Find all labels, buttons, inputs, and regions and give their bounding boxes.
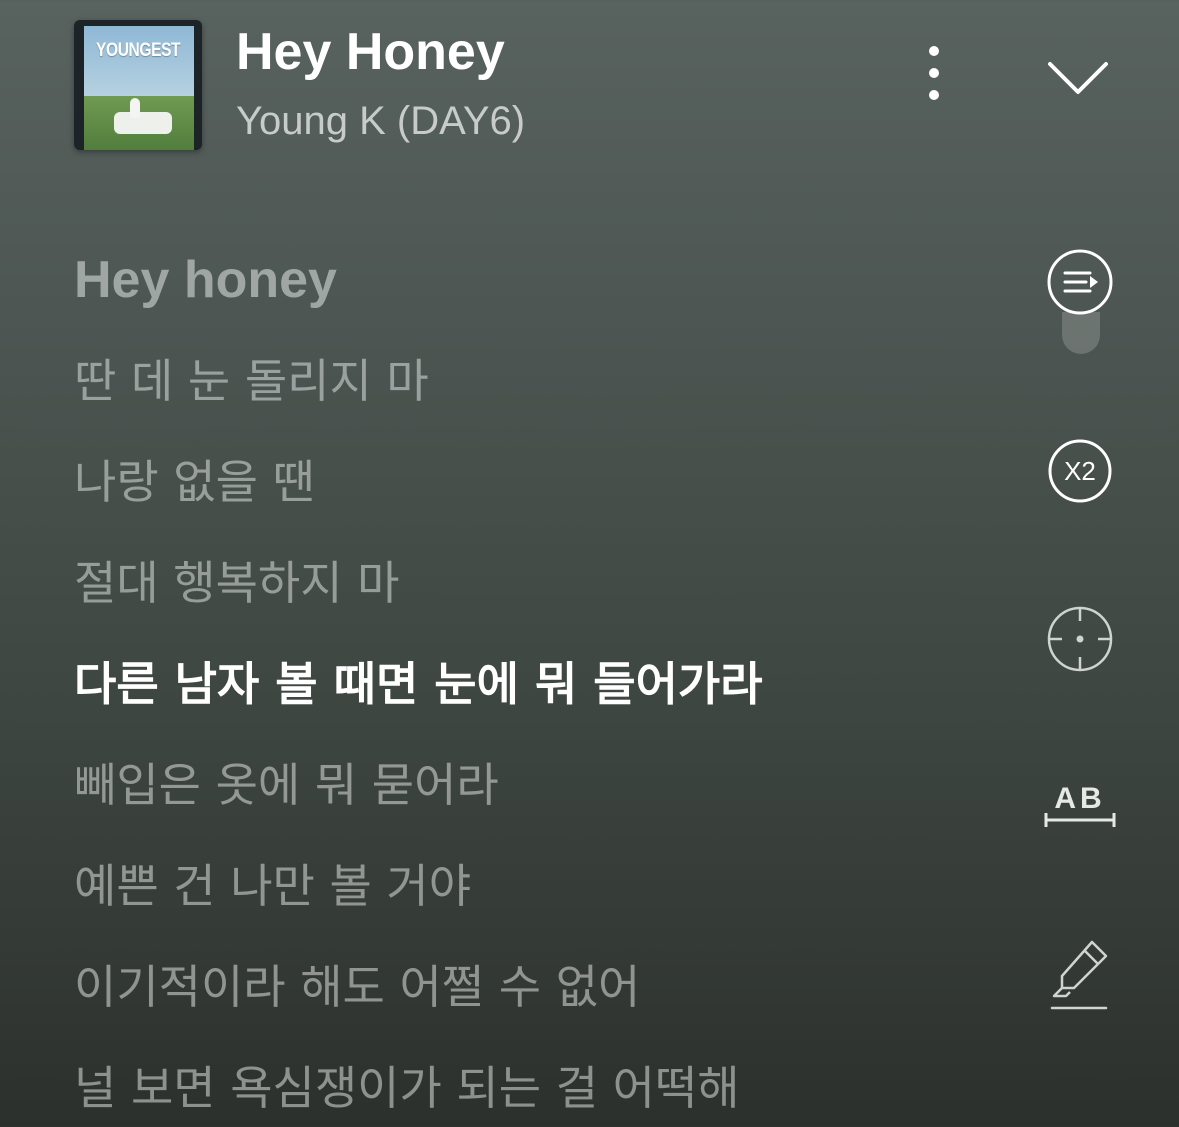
lyric-line[interactable]: 예쁜 건 나만 볼 거야 bbox=[74, 854, 994, 955]
lyric-focus-button[interactable] bbox=[1046, 605, 1114, 673]
ab-repeat-button[interactable]: AB bbox=[1043, 782, 1117, 830]
album-bed bbox=[114, 112, 172, 134]
lyric-line[interactable]: 절대 행복하지 마 bbox=[74, 551, 994, 652]
speed-label: X2 bbox=[1064, 456, 1096, 486]
playlist-button[interactable] bbox=[1046, 248, 1114, 316]
chevron-down-icon bbox=[1048, 62, 1108, 94]
collapse-player-button[interactable] bbox=[1046, 56, 1110, 100]
lyric-line[interactable]: 나랑 없을 땐 bbox=[74, 450, 994, 551]
lyric-line[interactable]: 딴 데 눈 돌리지 마 bbox=[74, 349, 994, 450]
album-title-text: YOUNGEST bbox=[96, 40, 181, 61]
lyric-line[interactable]: Hey honey bbox=[74, 248, 994, 349]
lyric-line[interactable]: 널 보면 욕심쟁이가 되는 걸 어떡해 bbox=[74, 1056, 994, 1127]
album-figure bbox=[130, 98, 140, 118]
lyric-line[interactable]: 이기적이라 해도 어쩔 수 없어 bbox=[74, 955, 994, 1056]
crosshair-icon bbox=[1047, 606, 1113, 672]
player-header: YOUNGEST Hey Honey Young K (DAY6) bbox=[0, 0, 1179, 190]
more-options-button[interactable] bbox=[916, 42, 952, 106]
song-title: Hey Honey bbox=[236, 23, 505, 81]
playback-speed-button[interactable]: X2 bbox=[1047, 438, 1113, 504]
highlighter-icon bbox=[1050, 940, 1108, 1010]
playlist-play-icon bbox=[1047, 249, 1113, 315]
lyric-line-active[interactable]: 다른 남자 볼 때면 눈에 뭐 들어가라 bbox=[74, 652, 994, 753]
lyric-line[interactable]: 빼입은 옷에 뭐 묻어라 bbox=[74, 753, 994, 854]
lyrics-scroll-handle[interactable] bbox=[1062, 312, 1100, 354]
artist-name[interactable]: Young K (DAY6) bbox=[236, 98, 525, 144]
album-art[interactable]: YOUNGEST bbox=[74, 20, 202, 150]
highlight-button[interactable] bbox=[1048, 938, 1116, 1012]
lyrics-list[interactable]: Hey honey 딴 데 눈 돌리지 마 나랑 없을 땐 절대 행복하지 마 … bbox=[74, 248, 994, 1127]
ab-range-icon bbox=[1044, 813, 1116, 827]
